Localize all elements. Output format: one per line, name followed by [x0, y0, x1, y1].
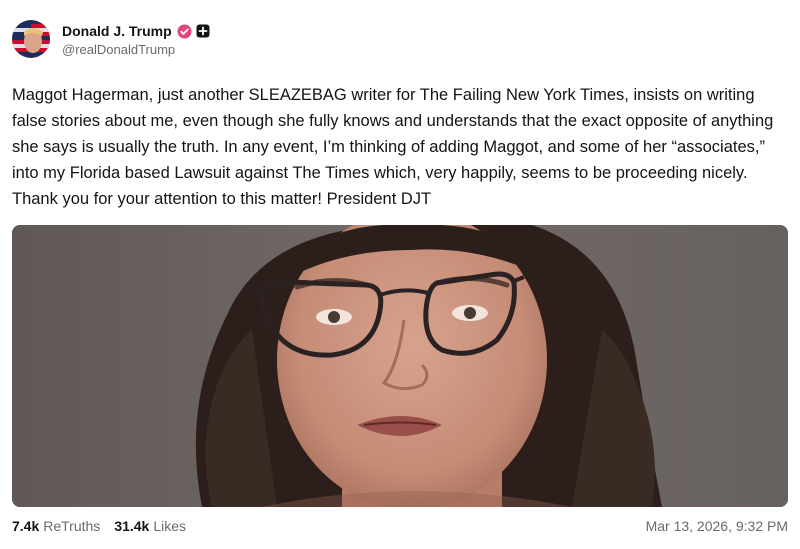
name-row: Donald J. Trump — [62, 21, 210, 41]
post-image[interactable] — [12, 225, 788, 507]
retruths-label: ReTruths — [43, 518, 101, 534]
display-name[interactable]: Donald J. Trump — [62, 23, 172, 39]
post-text: Maggot Hagerman, just another SLEAZEBAG … — [12, 86, 774, 208]
post-header: Donald J. Trump @realDonaldTrump — [12, 16, 210, 62]
post-card: Donald J. Trump @realDonaldTrump Maggot … — [0, 0, 800, 549]
retruths-count: 7.4k — [12, 518, 40, 534]
author-names: Donald J. Trump @realDonaldTrump — [62, 21, 210, 57]
post-footer: 7.4k ReTruths 31.4k Likes Mar 13, 2026, … — [12, 514, 788, 538]
likes-stat[interactable]: 31.4k Likes — [114, 518, 186, 534]
likes-count: 31.4k — [114, 518, 150, 534]
author-handle[interactable]: @realDonaldTrump — [62, 42, 210, 57]
post-timestamp[interactable]: Mar 13, 2026, 9:32 PM — [646, 518, 788, 534]
verified-badge-icon — [177, 24, 192, 39]
likes-label: Likes — [153, 518, 187, 534]
retruths-stat[interactable]: 7.4k ReTruths — [12, 518, 100, 534]
avatar[interactable] — [12, 20, 50, 58]
plus-badge-icon — [196, 24, 210, 38]
